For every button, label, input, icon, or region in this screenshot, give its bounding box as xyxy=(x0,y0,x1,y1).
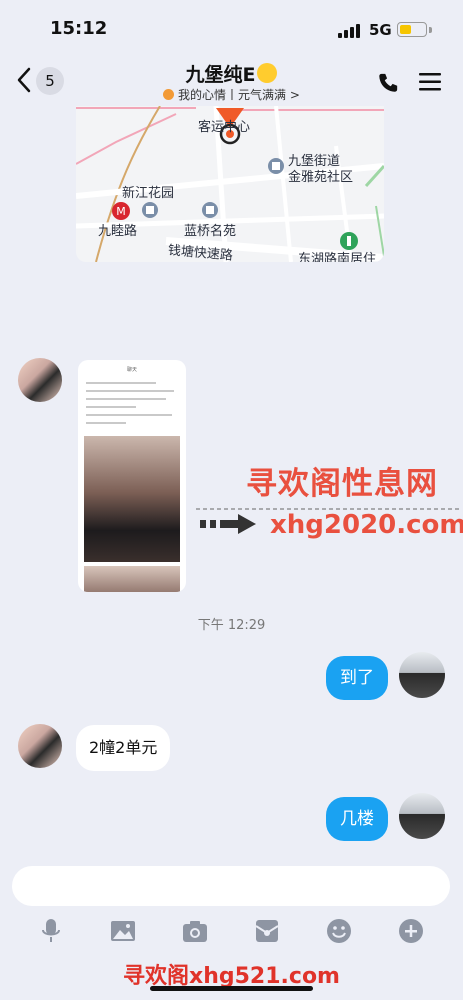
building-icon-3 xyxy=(202,202,218,218)
status-time: 15:12 xyxy=(50,18,108,39)
building-icon xyxy=(268,158,284,174)
home-indicator[interactable] xyxy=(150,986,313,991)
mood-chevron: > xyxy=(289,88,300,102)
building-icon-2 xyxy=(142,202,158,218)
map-label-xinjiang: 新江花园 xyxy=(122,186,175,201)
thumbnail-text-line xyxy=(86,398,166,400)
menu-icon[interactable] xyxy=(419,72,441,92)
image-icon[interactable] xyxy=(108,916,138,946)
message-timestamp: 下午 12:29 xyxy=(197,618,266,633)
contact-avatar[interactable] xyxy=(18,358,62,402)
location-map-message[interactable]: 客运中心 九堡街道 金雅苑社区 新江花园 M 九睦路 蓝桥名苑 钱塘快速路 东湖… xyxy=(76,106,384,262)
thumbnail-text-line xyxy=(86,414,172,416)
emoji-icon[interactable] xyxy=(324,916,354,946)
thumbnail-photo xyxy=(84,566,180,592)
thumbnail-photo xyxy=(84,436,180,562)
red-packet-icon[interactable] xyxy=(252,916,282,946)
thumbnail-text-line xyxy=(86,382,156,384)
mood-text: 我的心情丨元气满满 xyxy=(178,88,287,102)
thumbnail-header: 聊天 xyxy=(126,367,137,373)
map-label-dong: 东湖路南居住 xyxy=(298,252,377,262)
message-input[interactable] xyxy=(12,866,450,906)
signal-icon xyxy=(338,24,360,38)
metro-icon: M xyxy=(112,202,130,220)
plus-icon[interactable] xyxy=(396,916,426,946)
thumbnail-text-line xyxy=(86,406,136,408)
battery-cap xyxy=(429,27,432,33)
chat-header: 5 九堡纯E 我的心情丨元气满满 > xyxy=(0,56,463,106)
arrow-icon xyxy=(200,514,256,534)
incoming-message[interactable]: 2幢2单元 xyxy=(76,725,171,771)
mood-icon xyxy=(163,89,175,100)
battery-icon xyxy=(397,22,427,37)
my-avatar[interactable] xyxy=(399,652,445,698)
chat-toolbar xyxy=(0,916,463,952)
chat-title-text: 九堡纯E xyxy=(185,64,256,86)
thumbnail-text-line xyxy=(86,422,126,424)
smile-emoji-icon xyxy=(257,63,278,83)
map-label-jinya: 金雅苑社区 xyxy=(288,170,354,185)
watermark-title: 寻欢阁性息网 xyxy=(246,466,438,502)
contact-avatar[interactable] xyxy=(18,724,62,768)
camera-icon[interactable] xyxy=(180,916,210,946)
svg-text:M: M xyxy=(116,205,126,218)
microphone-icon[interactable] xyxy=(36,916,66,946)
status-bar: 15:12 5G xyxy=(0,0,463,56)
map-label-keyun: 客运中心 xyxy=(198,120,251,135)
thumbnail-text-line xyxy=(86,390,174,392)
map-label-lanqiao: 蓝桥名苑 xyxy=(184,224,237,239)
battery-level xyxy=(400,25,411,34)
phone-icon[interactable] xyxy=(377,72,399,94)
outgoing-message[interactable]: 几楼 xyxy=(326,797,388,841)
outgoing-message[interactable]: 到了 xyxy=(326,656,388,700)
my-avatar[interactable] xyxy=(399,793,445,839)
watermark-url: xhg2020.com xyxy=(270,510,463,540)
map-label-jiuling: 九睦路 xyxy=(98,224,138,239)
network-type: 5G xyxy=(369,21,392,39)
image-message[interactable]: 聊天 xyxy=(78,360,186,592)
